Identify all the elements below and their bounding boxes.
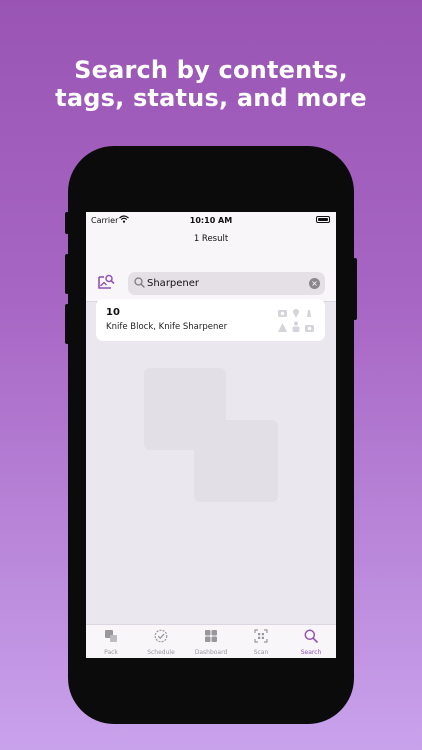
image-search-icon: [98, 274, 115, 289]
tab-search[interactable]: Search: [286, 625, 336, 658]
navigation-bar: 1 Result ×: [86, 228, 336, 302]
tab-label-search: Search: [300, 649, 322, 656]
camera-icon: [278, 310, 287, 317]
volume-down-button: [65, 304, 69, 344]
tab-label-scan: Scan: [253, 649, 269, 656]
phone-screen: Carrier 10:10 AM 1 Result Sharpener × 10…: [86, 212, 336, 658]
tab-pack[interactable]: Pack: [86, 625, 136, 658]
dashboard-icon: [205, 630, 217, 642]
headline: Search by contents, tags, status, and mo…: [0, 56, 422, 112]
scan-photo-button[interactable]: [97, 273, 115, 291]
tab-dashboard[interactable]: Dashboard: [186, 625, 236, 658]
tab-label-schedule: Schedule: [147, 649, 175, 656]
status-icons: [278, 309, 314, 332]
close-icon: ×: [311, 279, 318, 288]
battery-icon: [316, 216, 330, 223]
tab-scan[interactable]: Scan: [236, 625, 286, 658]
photo-icon: [305, 325, 314, 332]
lifting-icon: [292, 321, 300, 332]
result-card[interactable]: 10 Knife Block, Knife Sharpener: [96, 299, 325, 341]
volume-up-button: [65, 254, 69, 294]
schedule-icon: [154, 629, 168, 643]
pack-icon: [105, 630, 117, 642]
search-field[interactable]: ×: [128, 272, 325, 295]
result-count-title: 1 Result: [193, 234, 229, 244]
status-bar: Carrier 10:10 AM: [86, 212, 336, 228]
power-button: [353, 258, 357, 320]
headline-line-2: tags, status, and more: [55, 84, 367, 112]
search-input[interactable]: [147, 274, 307, 293]
tab-bar: Pack Schedule Dashboard Scan Search: [86, 624, 336, 658]
search-icon: [304, 629, 318, 643]
app-logo-watermark-icon: [144, 368, 278, 502]
status-time: 10:10 AM: [189, 216, 233, 225]
magnifier-icon: [134, 277, 145, 288]
clear-search-button[interactable]: ×: [309, 278, 320, 289]
tab-label-dashboard: Dashboard: [194, 649, 228, 656]
tab-label-pack: Pack: [104, 649, 118, 656]
scan-icon: [254, 629, 268, 643]
location-pin-icon: [293, 309, 299, 318]
tab-schedule[interactable]: Schedule: [136, 625, 186, 658]
box-number: 10: [106, 307, 120, 318]
headline-line-1: Search by contents,: [74, 56, 348, 84]
fragile-warning-icon: [278, 323, 287, 332]
mute-switch: [65, 212, 69, 234]
weight-icon: [307, 310, 311, 317]
box-contents: Knife Block, Knife Sharpener: [106, 322, 228, 332]
